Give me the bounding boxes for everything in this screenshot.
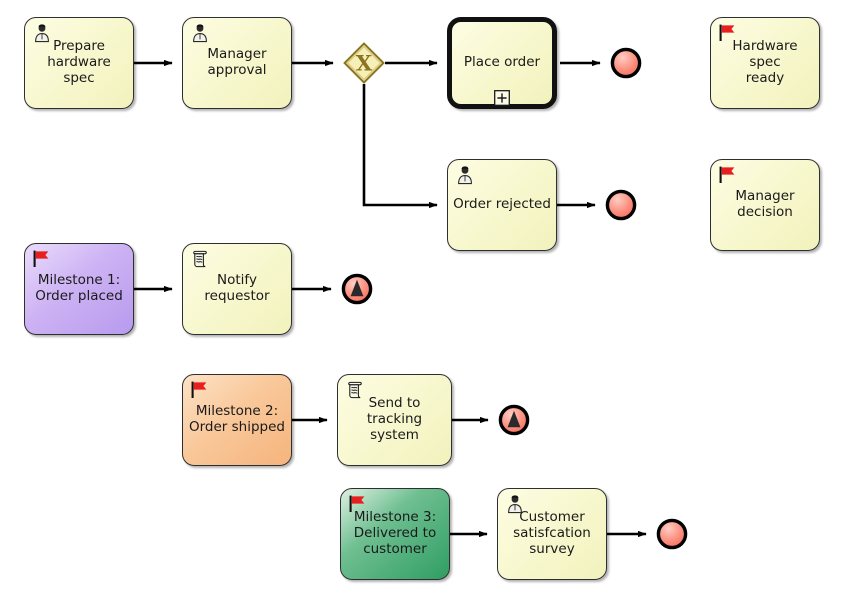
- gateway-x-icon: X: [343, 42, 385, 84]
- milestone-manager-decision[interactable]: Manager decision: [710, 159, 820, 251]
- task-manager-approval[interactable]: Manager approval: [182, 17, 292, 109]
- escalation-end-event-icon: [341, 273, 373, 305]
- flag-icon: [190, 380, 210, 400]
- escalation-end-event-notify[interactable]: [340, 272, 374, 306]
- end-event-icon: [656, 518, 688, 550]
- task-label: Notify requestor: [204, 272, 270, 304]
- milestone-label: Hardware spec ready: [732, 38, 798, 86]
- gateway-x-label: X: [356, 51, 373, 76]
- user-icon: [505, 494, 525, 514]
- script-task-send-to-tracking-system[interactable]: Send to tracking system: [337, 374, 452, 466]
- milestone-hardware-spec-ready[interactable]: Hardware spec ready: [710, 17, 820, 109]
- flag-icon: [718, 165, 738, 185]
- task-label: Customer satisfcation survey: [513, 509, 591, 557]
- end-event-icon: [605, 189, 637, 221]
- milestone-3-delivered-to-customer[interactable]: Milestone 3: Delivered to customer: [340, 488, 450, 580]
- end-event-order-rejected[interactable]: [604, 188, 638, 222]
- edge-gateway-to-order-rejected: [362, 84, 438, 209]
- user-icon: [190, 23, 210, 43]
- task-order-rejected[interactable]: Order rejected: [447, 159, 557, 251]
- escalation-end-event-tracking[interactable]: [497, 403, 531, 437]
- script-icon: [190, 249, 210, 269]
- milestone-1-order-placed[interactable]: Milestone 1: Order placed: [24, 243, 134, 335]
- end-event-survey[interactable]: [655, 517, 689, 551]
- task-customer-satisfaction-survey[interactable]: Customer satisfcation survey: [497, 488, 607, 580]
- milestone-label: Milestone 2: Order shipped: [188, 403, 285, 435]
- escalation-end-event-icon: [498, 404, 530, 436]
- milestone-label: Milestone 1: Order placed: [35, 272, 123, 304]
- task-label: Order rejected: [453, 196, 551, 213]
- user-icon: [455, 165, 475, 185]
- flag-icon: [348, 494, 368, 514]
- milestone-label: Manager decision: [735, 188, 795, 220]
- call-activity-place-order[interactable]: Place order: [447, 17, 557, 109]
- script-task-notify-requestor[interactable]: Notify requestor: [182, 243, 292, 335]
- user-icon: [32, 23, 52, 43]
- milestone-2-order-shipped[interactable]: Milestone 2: Order shipped: [182, 374, 292, 466]
- flag-icon: [32, 249, 52, 269]
- task-label: Place order: [463, 54, 541, 71]
- task-prepare-hardware-spec[interactable]: Prepare hardware spec: [24, 17, 134, 109]
- milestone-label: Milestone 3: Delivered to customer: [353, 509, 437, 557]
- end-event-icon: [610, 47, 642, 79]
- subprocess-plus-icon: [494, 90, 510, 106]
- end-event-place-order[interactable]: [609, 46, 643, 80]
- task-label: Manager approval: [207, 46, 267, 78]
- task-label: Send to tracking system: [366, 395, 423, 443]
- bpmn-diagram-canvas: Prepare hardware spec Manager approval X…: [0, 0, 846, 597]
- flag-icon: [718, 23, 738, 43]
- task-label: Prepare hardware spec: [47, 38, 111, 86]
- script-icon: [345, 380, 365, 400]
- exclusive-gateway[interactable]: X: [343, 42, 385, 84]
